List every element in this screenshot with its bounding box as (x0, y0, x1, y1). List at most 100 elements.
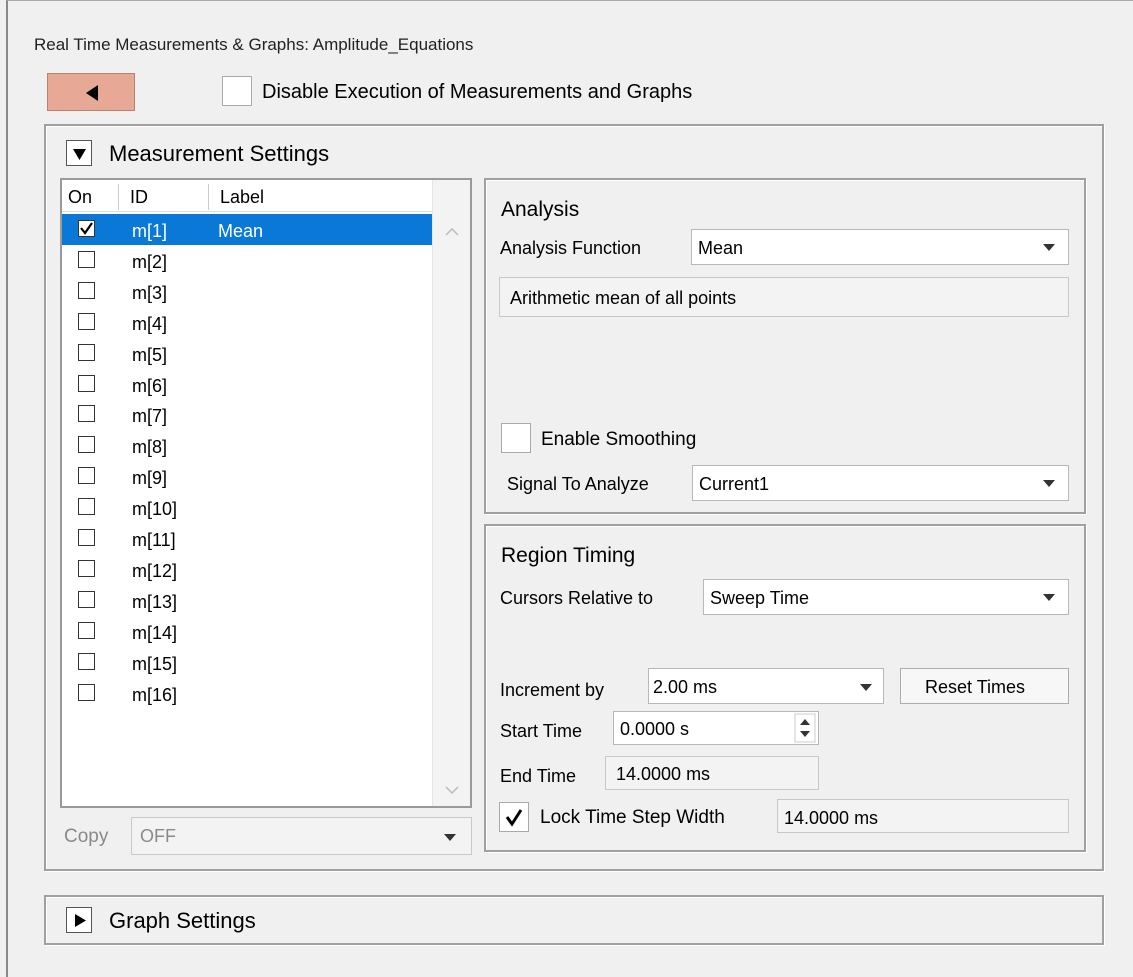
measurement-label: Mean (218, 221, 264, 241)
end-time-field: 14.0000 ms (605, 756, 819, 790)
reset-times-button[interactable]: Reset Times (900, 668, 1069, 704)
measurement-on-checkbox[interactable] (78, 220, 95, 237)
measurement-on-checkbox[interactable] (78, 282, 95, 299)
analysis-function-value: Mean (698, 238, 744, 258)
measurement-id: m[6] (132, 376, 168, 396)
measurement-row[interactable]: m[13] (62, 585, 432, 616)
measurement-row[interactable]: m[6] (62, 369, 432, 400)
start-time-label: Start Time (500, 721, 583, 741)
graph-settings-toggle[interactable] (66, 907, 92, 933)
checkmark-icon (80, 222, 93, 235)
triangle-down-icon (73, 149, 86, 160)
measurement-id: m[15] (132, 654, 178, 674)
measurement-id: m[8] (132, 437, 168, 457)
end-time-value: 14.0000 ms (616, 764, 711, 784)
window-title: Real Time Measurements & Graphs: Amplitu… (34, 35, 474, 54)
measurement-on-checkbox[interactable] (78, 560, 95, 577)
measurement-row[interactable]: m[12] (62, 554, 432, 585)
measurement-row[interactable]: m[14] (62, 616, 432, 647)
column-header-label[interactable]: Label (220, 187, 264, 208)
measurement-on-checkbox[interactable] (78, 622, 95, 639)
scroll-down-icon[interactable] (433, 776, 471, 806)
chevron-down-icon (860, 684, 872, 691)
measurement-row[interactable]: m[5] (62, 338, 432, 369)
measurement-on-checkbox[interactable] (78, 529, 95, 546)
measurement-row[interactable]: m[8] (62, 430, 432, 461)
chevron-down-icon (1043, 480, 1055, 487)
copy-select[interactable]: OFF (131, 817, 472, 855)
measurement-on-checkbox[interactable] (78, 467, 95, 484)
copy-label: Copy (64, 826, 109, 847)
measurement-on-checkbox[interactable] (78, 653, 95, 670)
measurement-id: m[10] (132, 499, 178, 519)
measurement-row[interactable]: m[11] (62, 523, 432, 554)
lock-time-step-checkbox[interactable] (499, 802, 529, 832)
measurement-settings-toggle[interactable] (66, 140, 92, 166)
lock-time-step-label: Lock Time Step Width (540, 807, 725, 828)
column-header-id[interactable]: ID (130, 187, 148, 208)
graph-settings-label: Graph Settings (109, 908, 256, 933)
analysis-description: Arithmetic mean of all points (499, 277, 1069, 317)
measurement-on-checkbox[interactable] (78, 375, 95, 392)
analysis-function-select[interactable]: Mean (691, 229, 1069, 265)
list-header: On ID Label (62, 180, 432, 212)
measurement-id: m[13] (132, 592, 178, 612)
triangle-right-icon (75, 914, 86, 927)
analysis-description-text: Arithmetic mean of all points (510, 288, 737, 308)
chevron-down-icon (1043, 244, 1055, 251)
measurement-row[interactable]: m[15] (62, 647, 432, 678)
end-time-label: End Time (500, 766, 577, 786)
column-header-on[interactable]: On (68, 187, 92, 208)
measurement-on-checkbox[interactable] (78, 498, 95, 515)
measurement-on-checkbox[interactable] (78, 251, 95, 268)
measurement-row[interactable]: m[3] (62, 276, 432, 307)
measurement-row[interactable]: m[10] (62, 492, 432, 523)
increment-by-select[interactable]: 2.00 ms (648, 668, 884, 704)
measurement-id: m[4] (132, 314, 168, 334)
measurement-id: m[7] (132, 406, 168, 426)
measurement-settings-label: Measurement Settings (109, 141, 330, 166)
measurement-row[interactable]: m[4] (62, 307, 432, 338)
increment-by-label: Increment by (500, 680, 605, 700)
enable-smoothing-checkbox[interactable] (501, 423, 531, 453)
measurement-on-checkbox[interactable] (78, 684, 95, 701)
measurement-on-checkbox[interactable] (78, 436, 95, 453)
measurement-id: m[5] (132, 345, 168, 365)
analysis-function-label: Analysis Function (500, 238, 642, 258)
measurement-id: m[1] (132, 221, 168, 241)
cursors-relative-select[interactable]: Sweep Time (703, 579, 1069, 615)
measurement-id: m[12] (132, 561, 178, 581)
disable-execution-checkbox[interactable] (222, 76, 252, 106)
measurement-on-checkbox[interactable] (78, 591, 95, 608)
measurement-on-checkbox[interactable] (78, 405, 95, 422)
increment-by-value: 2.00 ms (653, 677, 718, 697)
measurement-row[interactable]: m[7] (62, 399, 432, 430)
measurement-on-checkbox[interactable] (78, 313, 95, 330)
measurement-row[interactable]: m[16] (62, 678, 432, 709)
cursors-relative-label: Cursors Relative to (500, 588, 654, 608)
disable-execution-label: Disable Execution of Measurements and Gr… (262, 81, 693, 103)
signal-to-analyze-value: Current1 (699, 474, 770, 494)
list-scrollbar[interactable] (432, 180, 470, 806)
measurement-id: m[14] (132, 623, 178, 643)
chevron-down-icon (1043, 594, 1055, 601)
copy-select-value: OFF (140, 826, 176, 846)
start-time-spinbox[interactable]: 0.0000 s (613, 711, 819, 745)
region-timing-title: Region Timing (501, 544, 636, 567)
measurement-row[interactable]: m[2] (62, 245, 432, 276)
chevron-down-icon (444, 834, 456, 841)
scroll-up-icon[interactable] (433, 216, 471, 246)
back-button[interactable] (47, 73, 135, 111)
spin-arrows-icon[interactable] (794, 712, 816, 744)
checkmark-icon (505, 809, 523, 827)
signal-to-analyze-select[interactable]: Current1 (692, 465, 1069, 501)
signal-to-analyze-label: Signal To Analyze (507, 474, 649, 494)
measurement-id: m[11] (132, 530, 176, 550)
measurement-row[interactable]: m[9] (62, 461, 432, 492)
cursors-relative-value: Sweep Time (710, 588, 810, 608)
measurement-on-checkbox[interactable] (78, 344, 95, 361)
analysis-title: Analysis (501, 198, 580, 221)
measurement-id: m[16] (132, 685, 178, 705)
measurement-row[interactable]: m[1] Mean (62, 214, 432, 245)
left-triangle-icon (86, 85, 98, 101)
